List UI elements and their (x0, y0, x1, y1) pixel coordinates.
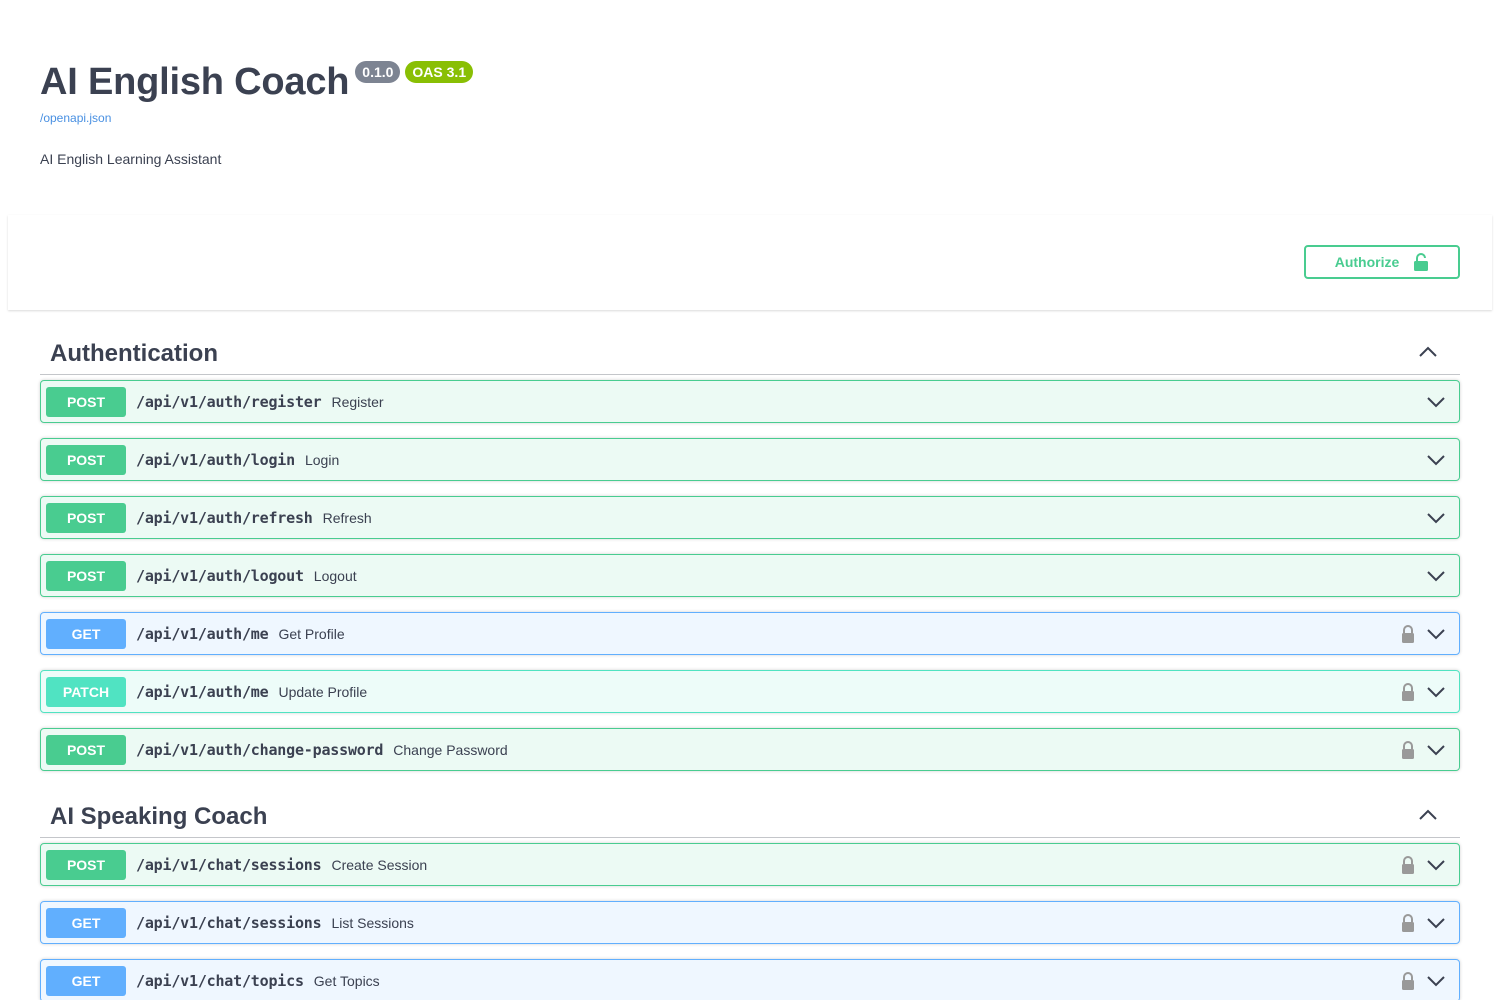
authorize-button[interactable]: Authorize (1304, 245, 1460, 279)
operation-row[interactable]: GET/api/v1/chat/topics Get Topics (40, 959, 1460, 1000)
lock-icon[interactable] (1400, 913, 1416, 933)
chevron-up-icon[interactable] (1418, 345, 1438, 363)
chevron-up-icon[interactable] (1418, 808, 1438, 826)
operation-summary: Register (331, 393, 384, 410)
operation-row[interactable]: POST/api/v1/auth/register Register (40, 380, 1460, 423)
operation-path: /api/v1/auth/login (136, 450, 295, 469)
operation-summary: Get Profile (278, 625, 345, 642)
operation-summary: Refresh (322, 509, 372, 526)
chevron-down-icon[interactable] (1426, 744, 1446, 756)
method-badge: POST (46, 849, 126, 880)
chevron-down-icon[interactable] (1426, 975, 1446, 987)
api-info: AI English Coach 0.1.0 OAS 3.1 /openapi.… (40, 58, 940, 167)
operation-summary: Login (304, 451, 340, 468)
operation-row[interactable]: POST/api/v1/auth/logout Logout (40, 554, 1460, 597)
operation-summary: Update Profile (278, 683, 368, 700)
chevron-down-icon[interactable] (1426, 454, 1446, 466)
operation-summary: Logout (313, 567, 357, 584)
operation-path: /api/v1/chat/sessions (136, 913, 322, 932)
tag-title: Authentication (50, 339, 218, 367)
method-badge: POST (46, 560, 126, 591)
tag-title: AI Speaking Coach (50, 802, 268, 830)
method-badge: POST (46, 386, 126, 417)
operation-summary: Create Session (331, 856, 428, 873)
operation-path: /api/v1/auth/refresh (136, 508, 313, 527)
operation-summary: Get Topics (313, 972, 380, 989)
method-badge: POST (46, 444, 126, 475)
tag-section-ai-speaking-coach: AI Speaking Coach POST/api/v1/chat/sessi… (40, 796, 1460, 1000)
lock-icon[interactable] (1400, 682, 1416, 702)
operation-path: /api/v1/auth/me (136, 624, 269, 643)
operations-list: POST/api/v1/chat/sessions Create Session G… (40, 843, 1460, 1000)
operation-path: /api/v1/auth/me (136, 682, 269, 701)
operation-row[interactable]: GET/api/v1/auth/me Get Profile (40, 612, 1460, 655)
tag-header[interactable]: Authentication (40, 333, 1460, 375)
operation-path: /api/v1/auth/logout (136, 566, 304, 585)
operation-row[interactable]: PATCH/api/v1/auth/me Update Profile (40, 670, 1460, 713)
chevron-down-icon[interactable] (1426, 628, 1446, 640)
operation-row[interactable]: GET/api/v1/chat/sessions List Sessions (40, 901, 1460, 944)
operation-summary: Change Password (393, 741, 508, 758)
page-title: AI English Coach (40, 61, 350, 103)
tag-section-authentication: Authentication POST/api/v1/auth/register… (40, 333, 1460, 771)
operation-row[interactable]: POST/api/v1/auth/refresh Refresh (40, 496, 1460, 539)
lock-icon[interactable] (1400, 740, 1416, 760)
operation-path: /api/v1/chat/sessions (136, 855, 322, 874)
scheme-container: Authorize (8, 215, 1492, 310)
oas-badge: OAS 3.1 (405, 61, 474, 83)
method-badge: POST (46, 502, 126, 533)
operation-path: /api/v1/chat/topics (136, 971, 304, 990)
lock-icon[interactable] (1400, 855, 1416, 875)
unlocked-icon (1414, 253, 1429, 271)
operation-row[interactable]: POST/api/v1/auth/login Login (40, 438, 1460, 481)
operations-list: POST/api/v1/auth/register Register POST/ap… (40, 380, 1460, 771)
method-badge: POST (46, 734, 126, 765)
chevron-down-icon[interactable] (1426, 859, 1446, 871)
chevron-down-icon[interactable] (1426, 570, 1446, 582)
operation-summary: List Sessions (331, 914, 414, 931)
operation-path: /api/v1/auth/register (136, 392, 322, 411)
authorize-label: Authorize (1334, 254, 1400, 270)
lock-icon[interactable] (1400, 624, 1416, 644)
chevron-down-icon[interactable] (1426, 686, 1446, 698)
lock-icon[interactable] (1400, 971, 1416, 991)
method-badge: PATCH (46, 676, 126, 707)
openapi-spec-link[interactable]: /openapi.json (40, 111, 111, 125)
chevron-down-icon[interactable] (1426, 917, 1446, 929)
method-badge: GET (46, 965, 126, 996)
chevron-down-icon[interactable] (1426, 512, 1446, 524)
version-badge: 0.1.0 (355, 61, 401, 83)
method-badge: GET (46, 907, 126, 938)
chevron-down-icon[interactable] (1426, 396, 1446, 408)
method-badge: GET (46, 618, 126, 649)
title-row: AI English Coach 0.1.0 OAS 3.1 (40, 58, 940, 106)
operation-row[interactable]: POST/api/v1/chat/sessions Create Session (40, 843, 1460, 886)
operation-path: /api/v1/auth/change-password (136, 740, 384, 759)
api-description: AI English Learning Assistant (40, 151, 222, 167)
tag-header[interactable]: AI Speaking Coach (40, 796, 1460, 838)
operation-row[interactable]: POST/api/v1/auth/change-password Change P… (40, 728, 1460, 771)
